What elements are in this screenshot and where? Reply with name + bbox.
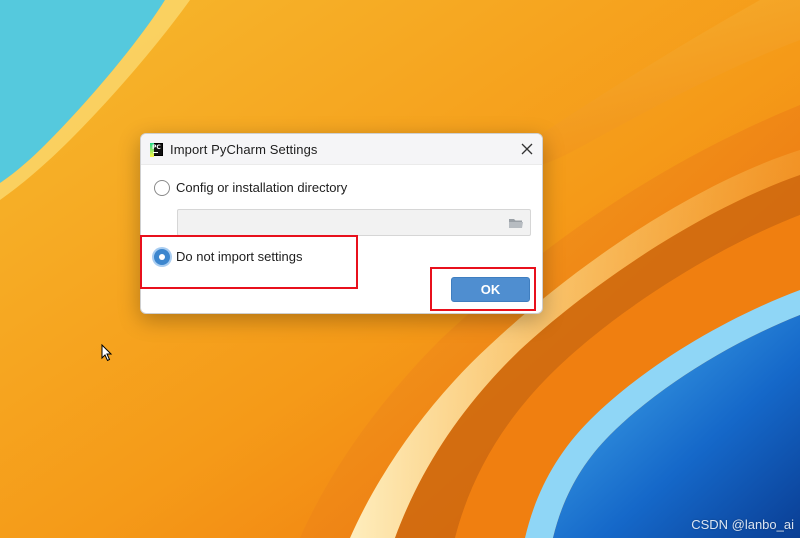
folder-icon[interactable] bbox=[508, 216, 524, 230]
radio-config-directory[interactable] bbox=[154, 180, 170, 196]
highlight-box-ok bbox=[430, 267, 536, 311]
close-button[interactable] bbox=[512, 134, 542, 164]
mouse-cursor-icon bbox=[101, 344, 113, 362]
close-icon bbox=[521, 143, 533, 155]
watermark: CSDN @lanbo_ai bbox=[691, 517, 794, 532]
dialog-title: Import PyCharm Settings bbox=[170, 142, 318, 157]
option-config-directory-label: Config or installation directory bbox=[176, 180, 348, 195]
pycharm-icon: PC bbox=[150, 143, 163, 157]
highlight-box-option bbox=[140, 235, 358, 289]
dialog-titlebar: PC Import PyCharm Settings bbox=[141, 134, 542, 165]
config-path-input[interactable] bbox=[177, 209, 531, 236]
